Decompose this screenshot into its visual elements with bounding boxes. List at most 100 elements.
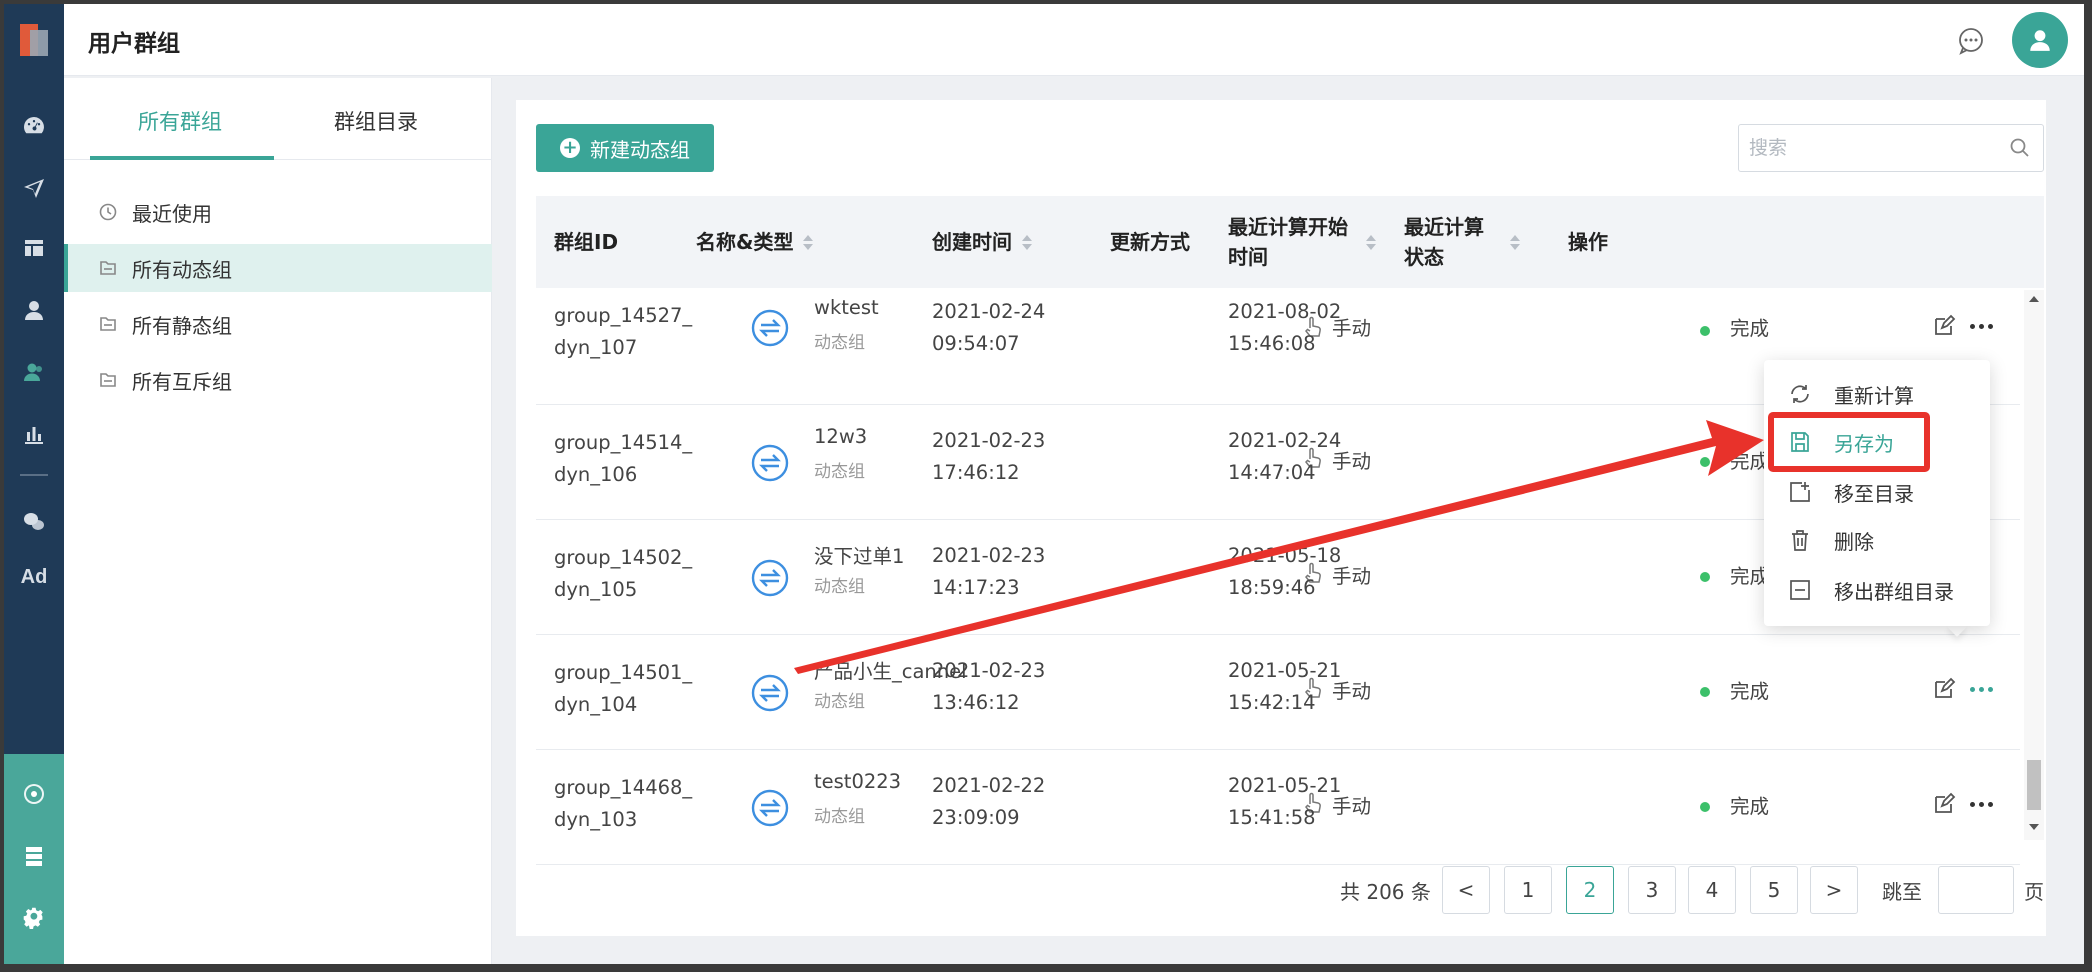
bar-chart-icon[interactable] — [18, 418, 50, 450]
save-as-highlight — [1768, 412, 1930, 472]
table-row: group_14468_ dyn_103 test0223 动态组 2021-02… — [536, 750, 2020, 865]
prev-page-button[interactable]: < — [1442, 866, 1490, 914]
app-frame: Ad 用户群组 所有群组 群组目录 最近使用 所有动态组 所有静态组 所有互斥组… — [4, 4, 2084, 964]
tab-all-groups[interactable]: 所有群组 — [138, 106, 222, 136]
last-calc-time: 2021-02-24 14:47:04 — [1228, 429, 1342, 484]
menu-item-recalculate[interactable]: 重新计算 — [1764, 370, 1990, 418]
tree-item-recent[interactable]: 最近使用 — [64, 188, 492, 236]
nav-rail: Ad — [4, 4, 64, 964]
status-badge: 完成 — [1730, 795, 1770, 818]
group-type: 动态组 — [814, 577, 865, 597]
group-id: group_14514_ dyn_106 — [554, 431, 693, 486]
jump-unit: 页 — [2024, 880, 2044, 904]
col-last-calc-status[interactable]: 最近计算状态 — [1404, 196, 1534, 288]
page-3-button[interactable]: 3 — [1628, 866, 1676, 914]
group-type: 动态组 — [814, 807, 865, 827]
page-5-button[interactable]: 5 — [1750, 866, 1798, 914]
tree-item-dynamic[interactable]: 所有动态组 — [64, 244, 492, 292]
chat-icon[interactable] — [1956, 26, 1986, 56]
tree-item-label: 最近使用 — [132, 201, 212, 226]
tab-group-directory[interactable]: 群组目录 — [334, 106, 418, 136]
last-calc-time: 2021-05-21 15:42:14 — [1228, 659, 1342, 714]
table-header: 群组ID 名称&类型 创建时间 更新方式 最近计算开始时间 最近计算状态 操作 — [536, 196, 2044, 288]
sort-icon[interactable] — [803, 234, 814, 250]
group-name[interactable]: wktest — [814, 296, 879, 319]
col-last-calc-start[interactable]: 最近计算开始时间 — [1228, 196, 1378, 288]
col-update-mode: 更新方式 — [1110, 230, 1190, 254]
tree-item-label: 所有互斥组 — [132, 369, 232, 394]
wechat-icon[interactable] — [18, 506, 50, 538]
group-name[interactable]: 12w3 — [814, 425, 867, 448]
edit-icon[interactable] — [1932, 792, 1956, 816]
edit-icon[interactable] — [1932, 677, 1956, 701]
group-name[interactable]: test0223 — [814, 770, 901, 793]
status-dot — [1700, 326, 1710, 336]
sync-icon — [751, 559, 789, 597]
sort-icon[interactable] — [1366, 234, 1376, 250]
scroll-thumb[interactable] — [2027, 760, 2041, 810]
table-row: group_14501_ dyn_104 产品小生_cannel 动态组 2021… — [536, 635, 2020, 750]
group-id: group_14502_ dyn_105 — [554, 546, 693, 601]
search-input[interactable] — [1749, 133, 1999, 163]
col-created[interactable]: 创建时间 — [932, 196, 1032, 288]
logo — [20, 24, 48, 56]
more-icon[interactable] — [1970, 316, 1998, 336]
menu-item-remove-from-dir[interactable]: 移出群组目录 — [1764, 566, 1990, 614]
page-1-button[interactable]: 1 — [1504, 866, 1552, 914]
page-4-button[interactable]: 4 — [1688, 866, 1736, 914]
active-tab-indicator — [90, 156, 274, 160]
sync-icon — [751, 789, 789, 827]
table-scrollbar[interactable] — [2024, 290, 2044, 840]
sync-icon — [751, 444, 789, 482]
folder-icon — [100, 373, 116, 387]
layout-icon[interactable] — [18, 232, 50, 264]
search-box[interactable] — [1738, 124, 2044, 172]
tree-item-static[interactable]: 所有静态组 — [64, 300, 492, 348]
next-page-button[interactable]: > — [1810, 866, 1858, 914]
status-dot — [1700, 572, 1710, 582]
server-icon[interactable] — [18, 840, 50, 872]
tree-item-mutex[interactable]: 所有互斥组 — [64, 356, 492, 404]
user-icon[interactable] — [18, 294, 50, 326]
group-type: 动态组 — [814, 692, 865, 712]
more-icon[interactable] — [1970, 679, 1998, 699]
col-actions: 操作 — [1568, 230, 1608, 254]
sort-icon[interactable] — [1510, 234, 1520, 250]
more-icon[interactable] — [1970, 794, 1998, 814]
group-type: 动态组 — [814, 462, 865, 482]
scroll-down-icon[interactable] — [2029, 824, 2039, 830]
group-id: group_14527_ dyn_107 — [554, 304, 693, 359]
avatar[interactable] — [2012, 12, 2068, 68]
created-time: 2021-02-23 17:46:12 — [932, 429, 1046, 484]
menu-item-delete[interactable]: 删除 — [1764, 516, 1990, 564]
status-badge: 完成 — [1730, 680, 1770, 703]
jump-page-input[interactable] — [1938, 866, 2014, 914]
group-name[interactable]: 没下过单1 — [814, 540, 904, 569]
created-time: 2021-02-22 23:09:09 — [932, 774, 1046, 829]
users-icon[interactable] — [18, 356, 50, 388]
page-title: 用户群组 — [88, 31, 180, 57]
group-id: group_14501_ dyn_104 — [554, 661, 693, 716]
send-icon[interactable] — [18, 172, 50, 204]
new-dynamic-group-button[interactable]: + 新建动态组 — [536, 124, 714, 172]
dashboard-icon[interactable] — [18, 110, 50, 142]
pagination-total: 共 206 条 — [1340, 880, 1431, 904]
created-time: 2021-02-23 14:17:23 — [932, 544, 1046, 599]
menu-item-move-to-dir[interactable]: 移至目录 — [1764, 468, 1990, 516]
search-icon[interactable] — [2009, 137, 2031, 159]
top-header: 用户群组 — [64, 4, 2084, 76]
ad-icon[interactable]: Ad — [14, 566, 54, 589]
scroll-up-icon[interactable] — [2029, 296, 2039, 302]
user-avatar-icon — [2030, 30, 2050, 51]
sort-icon[interactable] — [1022, 234, 1032, 250]
col-name-type[interactable]: 名称&类型 — [696, 196, 814, 288]
network-icon[interactable] — [18, 778, 50, 810]
group-id: group_14468_ dyn_103 — [554, 776, 693, 831]
edit-icon[interactable] — [1932, 314, 1956, 338]
gear-icon[interactable] — [18, 902, 50, 934]
sync-icon — [751, 309, 789, 347]
status-dot — [1700, 802, 1710, 812]
created-time: 2021-02-24 09:54:07 — [932, 300, 1046, 355]
row-action-menu: 重新计算 另存为 移至目录 删除 移出群组目录 — [1764, 360, 1990, 626]
page-2-button[interactable]: 2 — [1566, 866, 1614, 914]
